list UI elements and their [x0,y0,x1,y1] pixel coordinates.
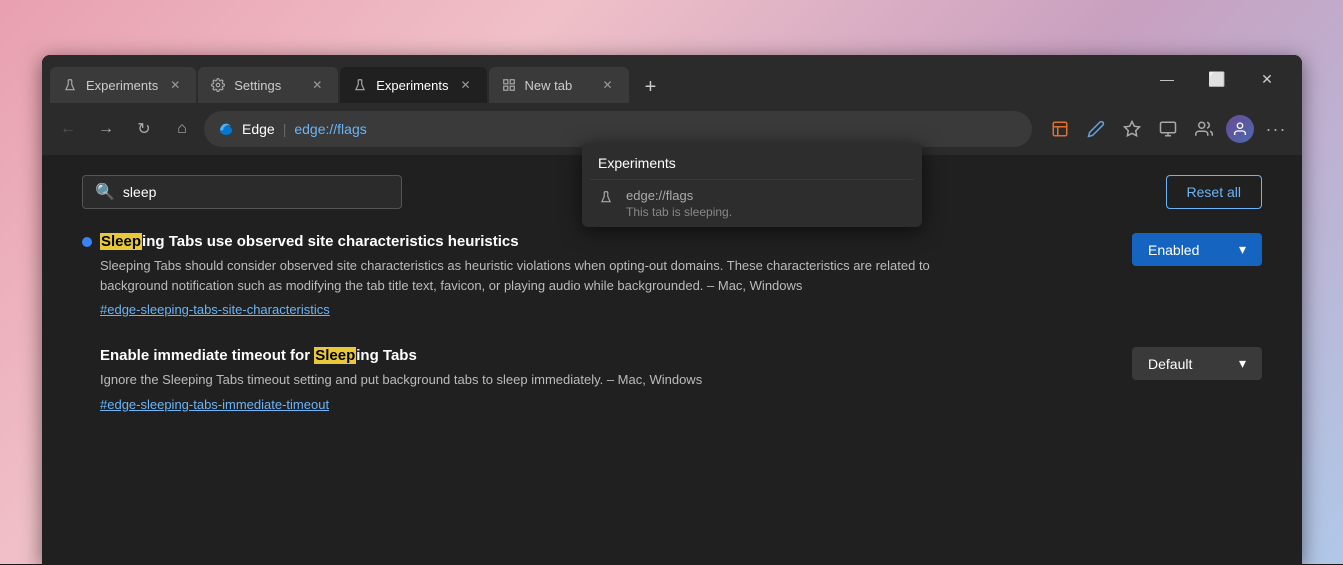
refresh-icon: ↻ [137,119,150,139]
forward-icon: → [98,120,114,138]
tab-experiments-2-close[interactable]: ✕ [457,76,475,94]
flag-item-2: Enable immediate timeout for Sleeping Ta… [82,347,1262,414]
tab-settings-close[interactable]: ✕ [308,76,326,94]
tab-experiments-1[interactable]: Experiments ✕ [50,67,196,103]
autocomplete-dropdown: Experiments edge://flags This tab is sle… [582,143,922,227]
close-button[interactable]: ✕ [1244,64,1290,94]
search-icon: 🔍 [95,182,115,202]
grid-icon [501,77,517,93]
collections2-icon[interactable] [1152,113,1184,145]
flag-title-2: Enable immediate timeout for Sleeping Ta… [100,347,1104,364]
tabs-area: Experiments ✕ Settings ✕ [50,55,1144,103]
flag-link-2[interactable]: #edge-sleeping-tabs-immediate-timeout [100,397,329,412]
plus-icon: + [645,76,657,99]
flag-title-2-post: ing Tabs [356,347,417,364]
flag-dot-1 [82,237,92,247]
back-icon: ← [60,120,76,138]
avatar-image [1226,115,1254,143]
flag-dropdown-enabled[interactable]: Enabled ▾ [1132,233,1262,266]
chevron-down-icon-2: ▾ [1239,355,1246,372]
tab-newtab-label: New tab [525,78,591,93]
flag-description-1: Sleeping Tabs should consider observed s… [100,256,960,295]
autocomplete-item-1-desc: This tab is sleeping. [626,205,906,219]
flag-item-1: Sleeping Tabs use observed site characte… [82,233,1262,319]
back-button[interactable]: ← [52,113,84,145]
flag-title-1-highlight: Sleep [100,233,142,250]
gear-icon [210,77,226,93]
address-url: edge://flags [294,121,366,137]
address-bar[interactable]: Edge | edge://flags [204,111,1032,147]
new-tab-button[interactable]: + [635,71,667,103]
tab-newtab-close[interactable]: ✕ [599,76,617,94]
more-button[interactable]: ··· [1260,113,1292,145]
flag-dot-2-spacer [82,351,92,361]
home-icon: ⌂ [177,120,187,138]
flag-control-1: Enabled ▾ [1132,233,1262,266]
flag-dropdown-default[interactable]: Default ▾ [1132,347,1262,380]
minimize-icon: — [1160,71,1174,87]
flag-dropdown-enabled-value: Enabled [1148,242,1199,258]
flag-link-1[interactable]: #edge-sleeping-tabs-site-characteristics [100,302,330,317]
maximize-button[interactable]: ⬜ [1194,64,1240,94]
flag-dropdown-default-value: Default [1148,356,1192,372]
toolbar-icons: ··· [1044,113,1292,145]
autocomplete-header: Experiments [582,143,922,179]
tab-newtab[interactable]: New tab ✕ [489,67,629,103]
search-input-value: sleep [123,184,156,200]
window-controls: — ⬜ ✕ [1144,64,1294,94]
tab-experiments-2-label: Experiments [376,78,448,93]
edge-logo-icon [218,121,234,137]
flag-control-2: Default ▾ [1132,347,1262,380]
flag-title-1: Sleeping Tabs use observed site characte… [100,233,1104,250]
address-browser-name: Edge [242,121,275,137]
autocomplete-item-1[interactable]: edge://flags This tab is sleeping. [582,180,922,227]
flask-icon-1 [62,77,78,93]
maximize-icon: ⬜ [1208,71,1225,88]
flag-title-1-post: ing Tabs use observed site characteristi… [142,233,519,250]
favorites-icon[interactable] [1116,113,1148,145]
tab-settings[interactable]: Settings ✕ [198,67,338,103]
title-bar: Experiments ✕ Settings ✕ [42,55,1302,103]
minimize-button[interactable]: — [1144,64,1190,94]
profile-icon[interactable] [1188,113,1220,145]
reset-all-button[interactable]: Reset all [1166,175,1262,209]
flask-icon-2 [352,77,368,93]
autocomplete-item-1-content: edge://flags This tab is sleeping. [626,188,906,219]
tab-experiments-1-label: Experiments [86,78,158,93]
ellipsis-icon: ··· [1266,119,1287,140]
flag-title-2-pre: Enable immediate timeout for [100,347,314,364]
forward-button[interactable]: → [90,113,122,145]
autocomplete-flask-icon [598,189,614,205]
flag-title-2-highlight: Sleep [314,347,356,364]
refresh-button[interactable]: ↻ [128,113,160,145]
home-button[interactable]: ⌂ [166,113,198,145]
chevron-down-icon-1: ▾ [1239,241,1246,258]
tab-experiments-1-close[interactable]: ✕ [166,76,184,94]
collections-icon[interactable] [1044,113,1076,145]
flag-description-2: Ignore the Sleeping Tabs timeout setting… [100,370,960,390]
browser-window: Experiments ✕ Settings ✕ [42,55,1302,565]
address-separator: | [283,121,287,137]
tab-settings-label: Settings [234,78,300,93]
pen-icon[interactable] [1080,113,1112,145]
tab-experiments-2[interactable]: Experiments ✕ [340,67,486,103]
autocomplete-item-1-url: edge://flags [626,188,906,203]
avatar-button[interactable] [1224,113,1256,145]
search-box[interactable]: 🔍 sleep [82,175,402,209]
close-icon: ✕ [1261,71,1273,88]
